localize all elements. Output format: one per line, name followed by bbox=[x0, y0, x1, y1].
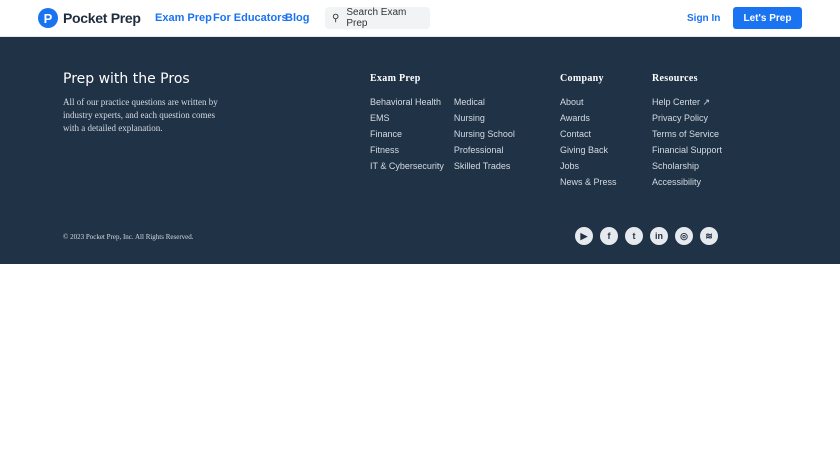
footer-link[interactable]: Giving Back bbox=[560, 142, 617, 158]
instagram-icon[interactable]: ◎ bbox=[675, 227, 693, 245]
footer-link[interactable]: Behavioral Health bbox=[370, 94, 444, 110]
footer-link[interactable]: EMS bbox=[370, 110, 444, 126]
footer-link[interactable]: Help Center ↗ bbox=[652, 94, 722, 110]
footer-link[interactable]: Nursing School bbox=[454, 126, 515, 142]
footer-link[interactable]: Terms of Service bbox=[652, 126, 722, 142]
logo-icon: P bbox=[38, 8, 58, 28]
footer-link[interactable]: News & Press bbox=[560, 174, 617, 190]
brand-name: Pocket Prep bbox=[63, 10, 141, 26]
youtube-icon[interactable]: ▶ bbox=[575, 227, 593, 245]
footer-link[interactable]: Awards bbox=[560, 110, 617, 126]
footer-link[interactable]: Privacy Policy bbox=[652, 110, 722, 126]
facebook-icon[interactable]: f bbox=[600, 227, 618, 245]
top-nav: P Pocket Prep Exam Prep For Educators Bl… bbox=[0, 0, 840, 37]
company-heading: Company bbox=[560, 73, 604, 84]
copyright: © 2023 Pocket Prep, Inc. All Rights Rese… bbox=[63, 233, 194, 241]
footer-link[interactable]: Finance bbox=[370, 126, 444, 142]
footer-link[interactable]: Medical bbox=[454, 94, 515, 110]
footer-link[interactable]: Fitness bbox=[370, 142, 444, 158]
sign-in-link[interactable]: Sign In bbox=[687, 13, 720, 24]
nav-for-educators[interactable]: For Educators bbox=[213, 12, 288, 24]
nav-blog[interactable]: Blog bbox=[285, 12, 309, 24]
footer-link[interactable]: Contact bbox=[560, 126, 617, 142]
footer-link[interactable]: Professional bbox=[454, 142, 515, 158]
logo[interactable]: P Pocket Prep bbox=[38, 8, 141, 28]
footer-link[interactable]: Accessibility bbox=[652, 174, 722, 190]
twitter-icon[interactable]: t bbox=[625, 227, 643, 245]
footer-link[interactable]: Nursing bbox=[454, 110, 515, 126]
spotify-icon[interactable]: ≋ bbox=[700, 227, 718, 245]
social-links: ▶ f t in ◎ ≋ bbox=[575, 227, 718, 245]
company-column: Company About Awards Contact Giving Back Jobs… bbox=[560, 73, 617, 190]
search-icon: ⚲ bbox=[332, 12, 340, 24]
footer-description: All of our practice questions are writte… bbox=[63, 97, 218, 133]
exam-prep-heading: Exam Prep bbox=[370, 73, 421, 84]
footer-link[interactable]: About bbox=[560, 94, 617, 110]
lets-prep-button[interactable]: Let's Prep bbox=[733, 7, 802, 29]
footer-link[interactable]: Financial Support bbox=[652, 142, 722, 158]
search-input[interactable]: ⚲ Search Exam Prep bbox=[325, 7, 430, 29]
footer-link[interactable]: Scholarship bbox=[652, 158, 722, 174]
footer-link[interactable]: Skilled Trades bbox=[454, 158, 515, 174]
resources-heading: Resources bbox=[652, 73, 698, 84]
footer-link[interactable]: IT & Cybersecurity bbox=[370, 158, 444, 174]
footer-title: Prep with the Pros bbox=[63, 71, 190, 87]
nav-exam-prep[interactable]: Exam Prep bbox=[155, 12, 212, 24]
footer: Prep with the Pros All of our practice q… bbox=[0, 37, 840, 264]
footer-link[interactable]: Jobs bbox=[560, 158, 617, 174]
search-placeholder: Search Exam Prep bbox=[346, 7, 407, 29]
linkedin-icon[interactable]: in bbox=[650, 227, 668, 245]
exam-prep-column: Exam Prep Behavioral Health EMS Finance Fit… bbox=[370, 73, 515, 174]
resources-column: Resources Help Center ↗ Privacy Policy Term… bbox=[652, 73, 722, 190]
